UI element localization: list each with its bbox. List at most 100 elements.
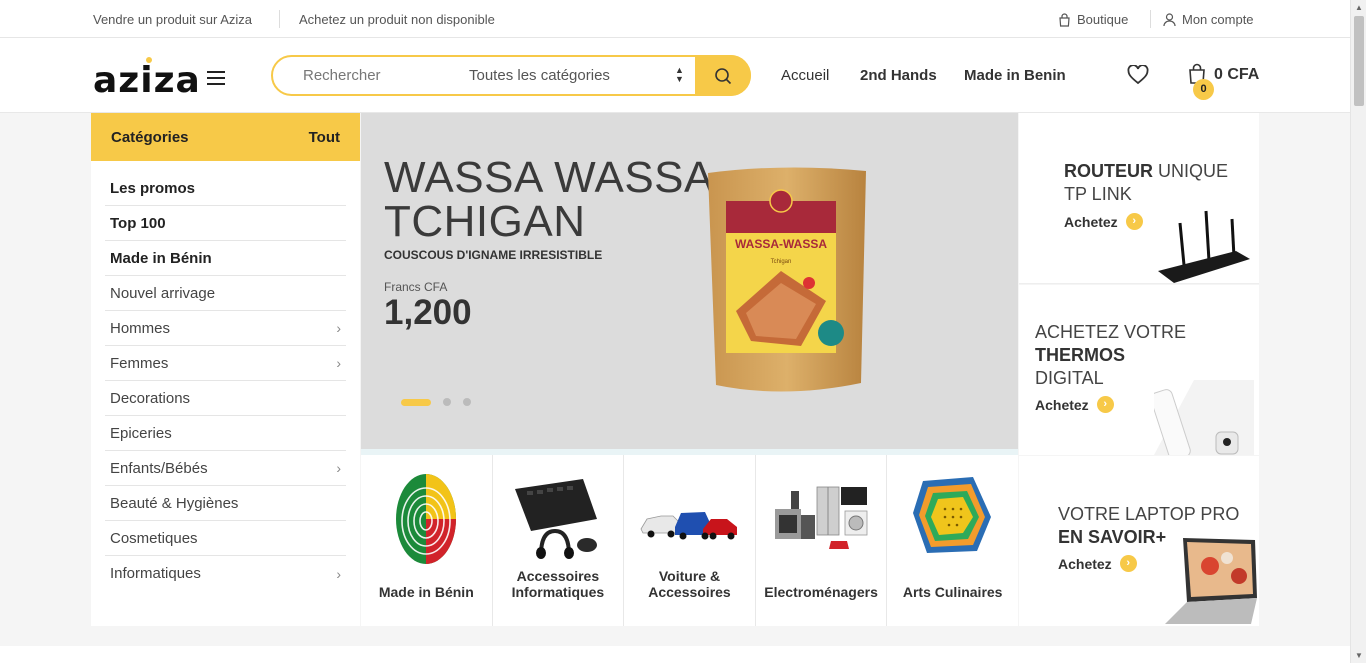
- search-input[interactable]: Rechercher: [303, 67, 381, 84]
- tile-label: Electroménagers: [764, 584, 878, 600]
- wishlist-heart-icon[interactable]: [1127, 65, 1149, 85]
- menu-icon[interactable]: [207, 71, 225, 85]
- tile-accessoires-informatiques[interactable]: Accessoires Informatiques: [493, 455, 625, 626]
- cta-label: Achetez: [1035, 396, 1089, 413]
- divider: [279, 10, 280, 28]
- sidebar-item[interactable]: Decorations: [105, 381, 346, 416]
- nav-2nd-hands[interactable]: 2nd Hands: [860, 67, 937, 84]
- request-product-link[interactable]: Achetez un produit non disponible: [299, 12, 495, 27]
- arrow-right-icon: ›: [1119, 555, 1137, 572]
- cta-label: Achetez: [1058, 555, 1112, 572]
- sidebar-item[interactable]: Made in Bénin: [105, 241, 346, 276]
- user-icon: [1163, 12, 1176, 26]
- colander-set-icon: [912, 477, 991, 553]
- couscous-bag-image: WASSA-WASSA Tchigan: [708, 167, 866, 392]
- select-arrows-icon: ▲ ▼: [675, 65, 684, 84]
- sidebar-title: Catégories: [111, 128, 189, 146]
- search-bar: Rechercher Toutes les catégories ▲ ▼: [271, 55, 751, 96]
- arrow-right-icon: ›: [1125, 213, 1143, 230]
- promo-thermos-cta[interactable]: Achetez ›: [1035, 396, 1114, 413]
- chevron-right-icon: ›: [336, 565, 341, 582]
- promo-router[interactable]: ROUTEUR UNIQUE TP LINK Achetez ›: [1019, 113, 1259, 284]
- arrow-right-icon: ›: [1096, 396, 1114, 413]
- sidebar-item-label: Informatiques: [110, 565, 201, 582]
- keyboard-mouse-headphones-icon: [514, 479, 597, 559]
- router-icon: [1158, 210, 1250, 283]
- sidebar-item-label: Decorations: [110, 389, 191, 407]
- top-bar: Vendre un produit sur Aziza Achetez un p…: [0, 0, 1350, 38]
- category-tiles: Made in Bénin Accessoires Informatiques …: [361, 455, 1018, 626]
- sidebar-item[interactable]: Femmes ›: [105, 346, 346, 381]
- promo-laptop-cta[interactable]: Achetez ›: [1058, 555, 1137, 572]
- tile-voiture-accessoires[interactable]: Voiture & Accessoires: [624, 455, 756, 626]
- sidebar-item-label: Made in Bénin: [110, 249, 212, 267]
- sidebar-item[interactable]: Cosmetiques: [105, 521, 346, 556]
- thermos-icon: [1154, 380, 1254, 455]
- sidebar-item[interactable]: Les promos: [105, 171, 346, 206]
- sell-link[interactable]: Vendre un produit sur Aziza: [93, 12, 252, 27]
- categories-sidebar: Catégories Tout Les promos Top 100 Made in…: [91, 113, 360, 626]
- chevron-right-icon: ›: [336, 460, 341, 476]
- tile-made-in-benin[interactable]: Made in Bénin: [361, 455, 493, 626]
- sidebar-item[interactable]: Top 100: [105, 206, 346, 241]
- sidebar-item[interactable]: Enfants/Bébés ›: [105, 451, 346, 486]
- nav-accueil[interactable]: Accueil: [781, 67, 829, 84]
- sidebar-all-link[interactable]: Tout: [309, 129, 340, 146]
- sidebar-item[interactable]: Beauté & Hygiènes: [105, 486, 346, 521]
- fingerprint-benin-icon: [396, 474, 457, 564]
- scroll-down-icon[interactable]: ▼: [1355, 651, 1363, 660]
- shop-link[interactable]: Boutique: [1058, 12, 1128, 27]
- tile-label: Voiture & Accessoires: [648, 568, 731, 600]
- scroll-up-icon[interactable]: ▲: [1355, 3, 1363, 12]
- sidebar-item-label: Hommes: [110, 319, 171, 337]
- promo-laptop-bold: EN SAVOIR+: [1058, 527, 1167, 547]
- cta-label: Achetez: [1064, 213, 1118, 230]
- laptop-icon: [1165, 538, 1257, 624]
- chevron-right-icon: ›: [336, 320, 341, 336]
- logo[interactable]: aziza: [93, 60, 201, 101]
- tile-label: Made in Bénin: [378, 584, 474, 600]
- divider: [1150, 10, 1151, 28]
- slider-dot-1[interactable]: [401, 398, 431, 406]
- slider-dots: [401, 398, 471, 406]
- slider-dot-2[interactable]: [443, 398, 451, 406]
- slider-dot-3[interactable]: [463, 398, 471, 406]
- promo-router-cta[interactable]: Achetez ›: [1064, 213, 1143, 230]
- banner-currency: Francs CFA: [384, 280, 448, 294]
- search-button[interactable]: [695, 55, 751, 96]
- promo-laptop-pre: VOTRE LAPTOP PRO: [1058, 504, 1240, 524]
- sidebar-item-label: Epiceries: [110, 424, 172, 442]
- sidebar-header: Catégories Tout: [91, 113, 360, 161]
- shop-label: Boutique: [1077, 12, 1129, 27]
- promo-laptop[interactable]: VOTRE LAPTOP PRO EN SAVOIR+ Achetez ›: [1019, 456, 1259, 626]
- cart-count-badge: 0: [1193, 79, 1214, 100]
- tile-label: Arts Culinaires: [902, 584, 1003, 600]
- banner-subtitle: COUSCOUS D'IGNAME IRRESISTIBLE: [384, 248, 603, 262]
- sidebar-item-label: Top 100: [110, 214, 166, 232]
- page-scrollbar[interactable]: ▲ ▼: [1350, 0, 1366, 663]
- bag-sub-text: Tchigan: [771, 259, 792, 265]
- promo-router-text: ROUTEUR UNIQUE TP LINK: [1064, 160, 1244, 206]
- promo-router-bold: ROUTEUR: [1064, 161, 1153, 181]
- tile-electromenagers[interactable]: Electroménagers: [756, 455, 888, 626]
- tile-label: Accessoires Informatiques: [511, 568, 605, 600]
- sidebar-item[interactable]: Hommes ›: [105, 311, 346, 346]
- category-select[interactable]: Toutes les catégories: [469, 67, 610, 84]
- sidebar-item[interactable]: Nouvel arrivage: [105, 276, 346, 311]
- bag-icon: [1059, 12, 1070, 27]
- sidebar-item[interactable]: Epiceries: [105, 416, 346, 451]
- cart-total[interactable]: 0 CFA: [1214, 66, 1259, 84]
- sidebar-item[interactable]: Informatiques ›: [105, 556, 346, 591]
- sidebar-item-label: Enfants/Bébés: [110, 459, 208, 477]
- sidebar-item-label: Femmes: [110, 354, 169, 372]
- scroll-thumb[interactable]: [1354, 16, 1364, 106]
- promo-thermos[interactable]: ACHETEZ VOTRE THERMOS DIGITAL Achetez ›: [1019, 285, 1259, 455]
- tile-arts-culinaires[interactable]: Arts Culinaires: [887, 455, 1018, 626]
- banner-price: 1,200: [384, 293, 472, 332]
- promo-thermos-pre: ACHETEZ VOTRE: [1035, 322, 1187, 342]
- hero-banner[interactable]: WASSA WASSA TCHIGAN COUSCOUS D'IGNAME IR…: [361, 113, 1018, 449]
- account-link[interactable]: Mon compte: [1163, 12, 1254, 27]
- logo-accent: [146, 57, 152, 63]
- nav-made-in-benin[interactable]: Made in Benin: [964, 67, 1066, 84]
- promo-thermos-post: DIGITAL: [1035, 368, 1104, 388]
